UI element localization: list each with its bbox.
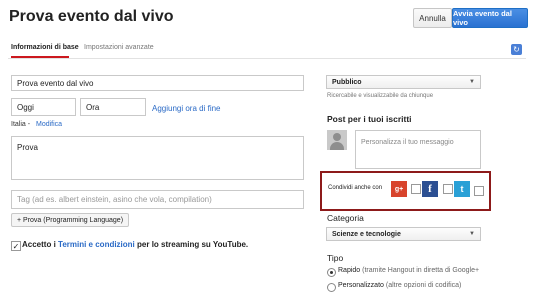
twitter-icon: t bbox=[454, 181, 470, 197]
terms-statement: Accetto i Termini e condizioni per lo st… bbox=[22, 240, 248, 249]
description-textarea[interactable]: Prova bbox=[11, 136, 304, 180]
type-quick-option[interactable]: Rapido (tramite Hangout in diretta di Go… bbox=[338, 267, 479, 274]
type-heading: Tipo bbox=[327, 253, 344, 263]
start-date-input[interactable]: Oggi bbox=[11, 98, 76, 116]
type-quick-detail: (tramite Hangout in diretta di Google+ bbox=[362, 267, 480, 274]
avatar bbox=[327, 130, 347, 150]
share-google-plus-checkbox[interactable] bbox=[411, 184, 421, 194]
tab-advanced-settings[interactable]: Impostazioni avanzate bbox=[84, 44, 154, 51]
privacy-note: Ricercabile e visualizzabile da chiunque bbox=[327, 93, 434, 99]
tags-input[interactable]: Tag (ad es. albert einstein, asino che v… bbox=[11, 190, 304, 209]
refresh-icon[interactable]: ↻ bbox=[511, 44, 522, 55]
privacy-select[interactable]: Pubblico ▼ bbox=[326, 75, 481, 89]
category-heading: Categoria bbox=[327, 213, 364, 223]
type-custom-option[interactable]: Personalizzato (altre opzioni di codific… bbox=[338, 282, 461, 289]
add-end-time-link[interactable]: Aggiungi ora di fine bbox=[152, 104, 221, 113]
share-facebook-checkbox[interactable] bbox=[443, 184, 453, 194]
tabs-divider bbox=[8, 58, 526, 59]
subscriber-message-input[interactable]: Personalizza il tuo messaggio bbox=[355, 130, 481, 169]
subscribers-post-heading: Post per i tuoi iscritti bbox=[327, 114, 412, 124]
timezone-edit-link[interactable]: Modifica bbox=[36, 121, 62, 128]
facebook-icon: f bbox=[422, 181, 438, 197]
terms-prefix: Accetto i bbox=[22, 240, 56, 249]
share-label: Condividi anche con bbox=[328, 185, 383, 191]
category-select[interactable]: Scienze e tecnologie ▼ bbox=[326, 227, 481, 241]
start-time-input[interactable]: Ora bbox=[80, 98, 146, 116]
tab-basic-info[interactable]: Informazioni di base bbox=[11, 44, 79, 51]
start-live-event-button[interactable]: Avvia evento dal vivo bbox=[452, 8, 528, 28]
share-twitter-checkbox[interactable] bbox=[474, 186, 484, 196]
type-custom-label: Personalizzato bbox=[338, 282, 384, 289]
terms-link[interactable]: Termini e condizioni bbox=[58, 240, 135, 249]
suggested-tag-chip[interactable]: + Prova (Programming Language) bbox=[11, 213, 130, 227]
google-plus-icon: g+ bbox=[391, 181, 407, 197]
terms-suffix: per lo streaming su YouTube. bbox=[137, 240, 249, 249]
type-custom-radio[interactable] bbox=[327, 283, 336, 292]
cancel-button[interactable]: Annulla bbox=[413, 8, 452, 28]
timezone-label: Italia - bbox=[11, 121, 31, 128]
chevron-down-icon: ▼ bbox=[469, 79, 475, 85]
page-title: Prova evento dal vivo bbox=[9, 8, 174, 25]
type-quick-label: Rapido bbox=[338, 267, 361, 274]
privacy-value: Pubblico bbox=[332, 78, 362, 86]
category-value: Scienze e tecnologie bbox=[332, 230, 401, 238]
terms-checkbox[interactable]: ✓ bbox=[11, 241, 21, 251]
chevron-down-icon: ▼ bbox=[469, 231, 475, 237]
type-custom-detail: (altre opzioni di codifica) bbox=[385, 282, 462, 289]
event-title-input[interactable]: Prova evento dal vivo bbox=[11, 75, 304, 91]
type-quick-radio[interactable] bbox=[327, 268, 336, 277]
